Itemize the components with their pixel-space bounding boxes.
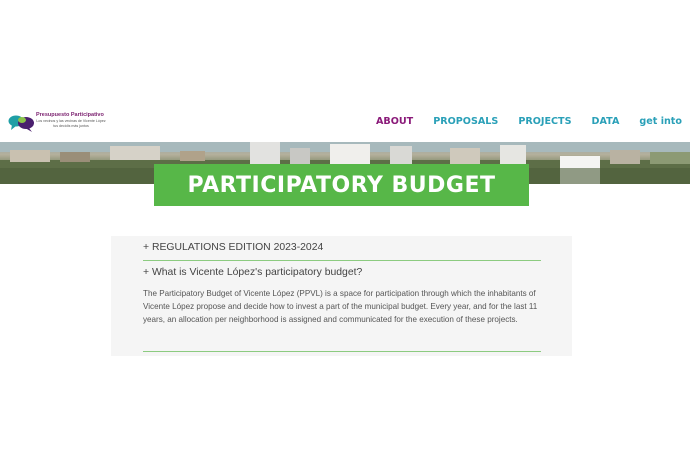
accordion-toggle-regulations[interactable]: + REGULATIONS EDITION 2023-2024 bbox=[143, 242, 541, 253]
faq-accordion: + REGULATIONS EDITION 2023-2024 + What i… bbox=[111, 236, 572, 356]
site-header: Presupuesto Participativo Los vecinos y … bbox=[0, 108, 690, 142]
site-logo[interactable]: Presupuesto Participativo Los vecinos y … bbox=[8, 112, 106, 136]
logo-title: Presupuesto Participativo bbox=[36, 112, 104, 118]
divider bbox=[143, 260, 541, 261]
page-title: PARTICIPATORY BUDGET bbox=[187, 172, 496, 198]
divider bbox=[143, 351, 541, 352]
nav-item-about[interactable]: ABOUT bbox=[376, 116, 413, 127]
logo-text: Presupuesto Participativo Los vecinos y … bbox=[36, 112, 106, 128]
main-nav: ABOUT PROPOSALS PROJECTS DATA get into bbox=[376, 116, 682, 127]
nav-item-proposals[interactable]: PROPOSALS bbox=[433, 116, 498, 127]
accordion-toggle-what-is[interactable]: + What is Vicente López's participatory … bbox=[143, 267, 541, 278]
nav-item-get-into[interactable]: get into bbox=[639, 116, 682, 127]
nav-item-data[interactable]: DATA bbox=[592, 116, 620, 127]
page-title-banner: PARTICIPATORY BUDGET bbox=[154, 164, 529, 206]
nav-item-projects[interactable]: PROJECTS bbox=[518, 116, 571, 127]
speech-bubbles-icon bbox=[8, 115, 34, 132]
accordion-body: The Participatory Budget of Vicente Lópe… bbox=[143, 289, 538, 325]
logo-subtitle: Los vecinos y las vecinas de Vicente Lóp… bbox=[36, 119, 106, 123]
logo-subtitle: tus decidís más juntos bbox=[53, 123, 89, 128]
